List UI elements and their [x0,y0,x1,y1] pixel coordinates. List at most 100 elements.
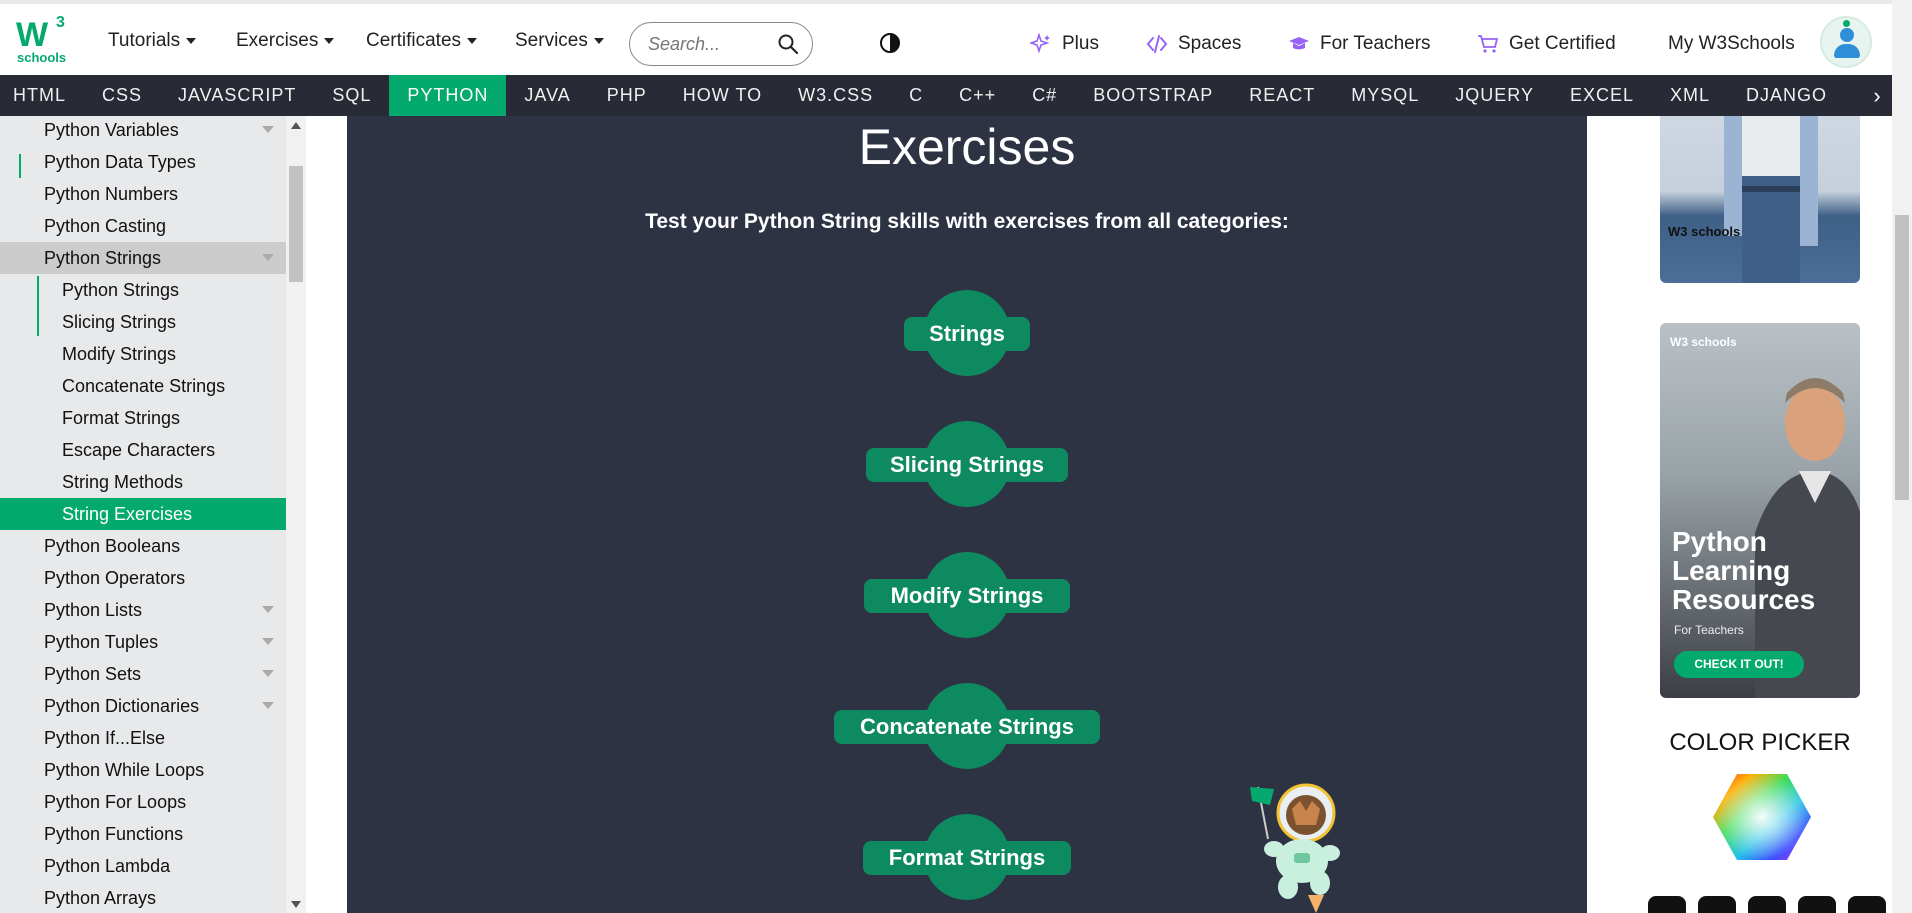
sidebar-item[interactable]: Modify Strings [0,338,286,370]
sidebar-item[interactable]: Python Strings [0,274,286,306]
sidebar-scroll-thumb[interactable] [289,166,303,282]
sidebar-item[interactable]: Escape Characters [0,434,286,466]
caret-down-icon[interactable] [262,126,274,133]
sidebar-item[interactable]: Python Lambda [0,850,286,882]
sidebar-item-label: Python Dictionaries [44,696,200,716]
lang-tab-c[interactable]: C [891,75,941,116]
sidebar-item[interactable]: Python Functions [0,818,286,850]
ad-subtext: For Teachers [1674,623,1744,637]
sidebar-item[interactable]: Python Variables [0,116,286,146]
sidebar-item[interactable]: Python If...Else [0,722,286,754]
search-input[interactable] [648,31,778,57]
lang-tab-java[interactable]: JAVA [506,75,588,116]
advertisement-top[interactable]: W3 schools [1660,116,1860,283]
sidebar-item[interactable]: String Methods [0,466,286,498]
lang-tab-javascript[interactable]: JAVASCRIPT [160,75,314,116]
lang-tab-react[interactable]: REACT [1231,75,1333,116]
sidebar-item[interactable]: Python Sets [0,658,286,690]
sidebar-item[interactable]: Python Operators [0,562,286,594]
cart-icon [1478,35,1499,53]
sidebar-item-label: Modify Strings [62,344,177,364]
code-icon [1146,35,1168,53]
scroll-down-icon[interactable] [291,901,301,908]
discord-icon[interactable] [1748,896,1786,913]
menu-services[interactable]: Services [515,30,604,52]
lang-tab-php[interactable]: PHP [589,75,665,116]
user-avatar-icon[interactable] [1820,16,1872,68]
caret-down-icon[interactable] [262,254,274,261]
lang-tab-html[interactable]: HTML [0,75,84,116]
sidebar-item[interactable]: String Exercises [0,498,286,530]
menu-label: Exercises [236,30,319,51]
menu-exercises[interactable]: Exercises [236,30,335,52]
ad-cta-button[interactable]: CHECK IT OUT! [1674,651,1804,678]
dark-mode-toggle-icon[interactable] [880,33,900,53]
lang-tab-jquery[interactable]: JQUERY [1437,75,1552,116]
youtube-icon[interactable] [1648,896,1686,913]
sidebar-item-label: Python Numbers [44,184,179,204]
caret-down-icon [324,38,335,44]
plus-link[interactable]: Plus [1030,33,1099,55]
sidebar-item-label: Slicing Strings [62,312,177,332]
chevron-right-icon[interactable]: › [1862,75,1892,116]
exercise-button-slicing-strings[interactable]: Slicing Strings [866,421,1068,507]
lang-tab-w3-css[interactable]: W3.CSS [780,75,891,116]
spaces-link[interactable]: Spaces [1146,33,1241,55]
sidebar-item[interactable]: Python Tuples [0,626,286,658]
linkedin-icon[interactable] [1698,896,1736,913]
social-links [1648,896,1886,913]
lang-tab-bootstrap[interactable]: BOOTSTRAP [1075,75,1231,116]
sidebar-item[interactable]: Python Dictionaries [0,690,286,722]
sidebar-item[interactable]: Python Casting [0,210,286,242]
sidebar-item[interactable]: Python Data Types [0,146,286,178]
lang-tab-how-to[interactable]: HOW TO [665,75,780,116]
exercise-button-format-strings[interactable]: Format Strings [863,814,1071,900]
lang-tab-python[interactable]: PYTHON [389,75,507,116]
instagram-icon[interactable] [1848,896,1886,913]
lang-tab-django[interactable]: DJANGO [1728,75,1845,116]
menu-tutorials[interactable]: Tutorials [108,30,197,52]
exercise-button-strings[interactable]: Strings [904,290,1030,376]
caret-down-icon[interactable] [262,638,274,645]
lang-tab-xml[interactable]: XML [1652,75,1728,116]
search-icon[interactable] [778,34,798,54]
exercise-button-modify-strings[interactable]: Modify Strings [864,552,1070,638]
color-picker-hexagon-icon[interactable] [1712,772,1812,862]
sidebar-item[interactable]: Python Lists [0,594,286,626]
lang-tab-sql[interactable]: SQL [314,75,389,116]
exercise-button-concatenate-strings[interactable]: Concatenate Strings [834,683,1100,769]
for-teachers-link[interactable]: For Teachers [1288,33,1431,55]
caret-down-icon[interactable] [262,670,274,677]
sidebar-item[interactable]: Python Strings [0,242,286,274]
sidebar-item[interactable]: Python Booleans [0,530,286,562]
sidebar-item[interactable]: Python Numbers [0,178,286,210]
lang-tab-css[interactable]: CSS [84,75,160,116]
lang-tab-mysql[interactable]: MYSQL [1333,75,1437,116]
sidebar-item[interactable]: Concatenate Strings [0,370,286,402]
facebook-icon[interactable] [1798,896,1836,913]
w3schools-logo[interactable]: W 3 schools [16,14,72,68]
menu-certificates[interactable]: Certificates [366,30,478,52]
lang-tab-excel[interactable]: EXCEL [1552,75,1652,116]
sidebar-item[interactable]: Python While Loops [0,754,286,786]
page-scroll-thumb[interactable] [1895,215,1909,500]
caret-down-icon[interactable] [262,606,274,613]
logo-text: schools [17,50,67,65]
scroll-up-icon[interactable] [291,122,301,129]
sidebar-item[interactable]: Python Arrays [0,882,286,913]
sidebar-item-label: Python If...Else [44,728,166,748]
sidebar-item-label: Python Operators [44,568,186,588]
my-w3schools-link[interactable]: My W3Schools [1668,33,1795,55]
sidebar-item[interactable]: Slicing Strings [0,306,286,338]
sidebar-item-label: Python For Loops [44,792,187,812]
caret-down-icon[interactable] [262,702,274,709]
sidebar-item-label: String Methods [62,472,184,492]
sidebar-item[interactable]: Python For Loops [0,786,286,818]
sidebar-item[interactable]: Format Strings [0,402,286,434]
lang-tab-c-[interactable]: C++ [941,75,1014,116]
lang-tab-c-[interactable]: C# [1014,75,1075,116]
button-label: Format Strings [888,845,1046,870]
sidebar-item-label: Concatenate Strings [62,376,226,396]
get-certified-link[interactable]: Get Certified [1477,33,1616,55]
advertisement-python-resources[interactable]: W3 schools Python Learning Resources For… [1660,323,1860,698]
